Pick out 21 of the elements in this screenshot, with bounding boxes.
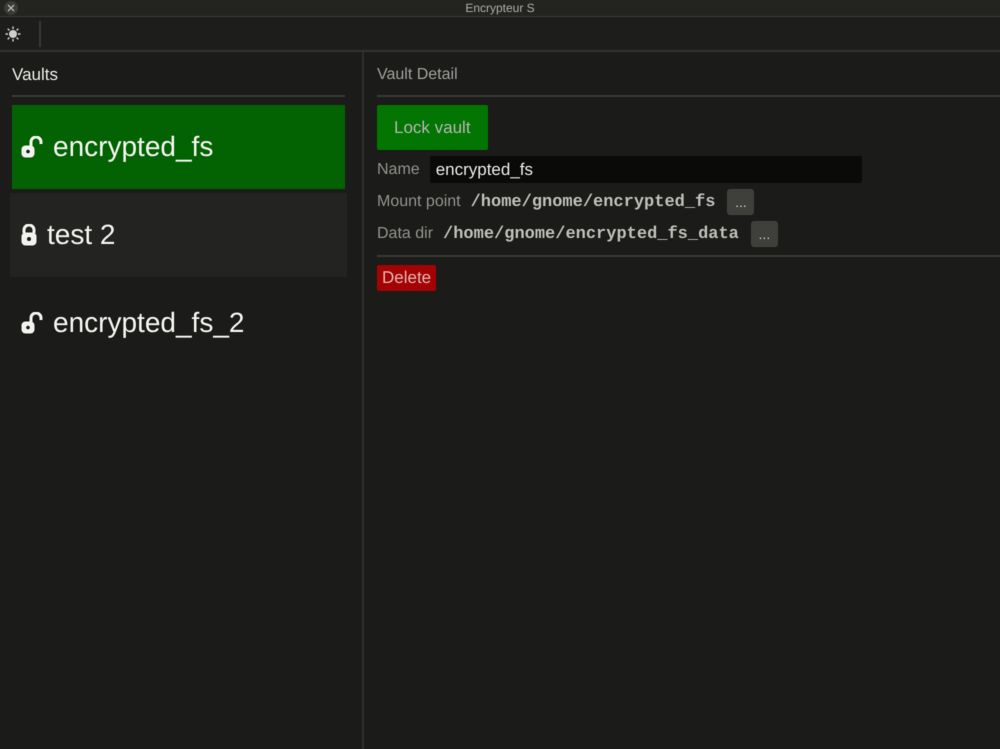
vault-list-item[interactable]: encrypted_fs_2: [12, 281, 345, 365]
vault-detail-heading: Vault Detail: [377, 66, 458, 83]
field-label: Data dir: [377, 225, 434, 243]
field-label: Name: [377, 160, 420, 178]
delete-button[interactable]: Delete: [377, 265, 436, 291]
path-text: /home/gnome/encrypted_fs_data: [443, 224, 739, 244]
vault-name: encrypted_fs_2: [53, 306, 244, 340]
field-label: Mount point: [377, 193, 461, 211]
close-icon: [7, 4, 15, 12]
vault-list-item[interactable]: encrypted_fs: [12, 105, 345, 189]
window-title: Encrypteur S: [465, 0, 535, 16]
vault-list-item[interactable]: test 2: [10, 193, 347, 277]
sun-icon: [5, 26, 21, 42]
vaults-heading: Vaults: [12, 65, 58, 84]
vault-name: test 2: [47, 218, 116, 252]
browse-button[interactable]: ...: [750, 221, 778, 247]
browse-button[interactable]: ...: [727, 189, 754, 215]
close-button[interactable]: [4, 1, 18, 15]
vault-name: encrypted_fs: [53, 130, 214, 164]
name-input-field[interactable]: encrypted_fs: [430, 156, 862, 183]
path-text: /home/gnome/encrypted_fs: [470, 192, 716, 212]
